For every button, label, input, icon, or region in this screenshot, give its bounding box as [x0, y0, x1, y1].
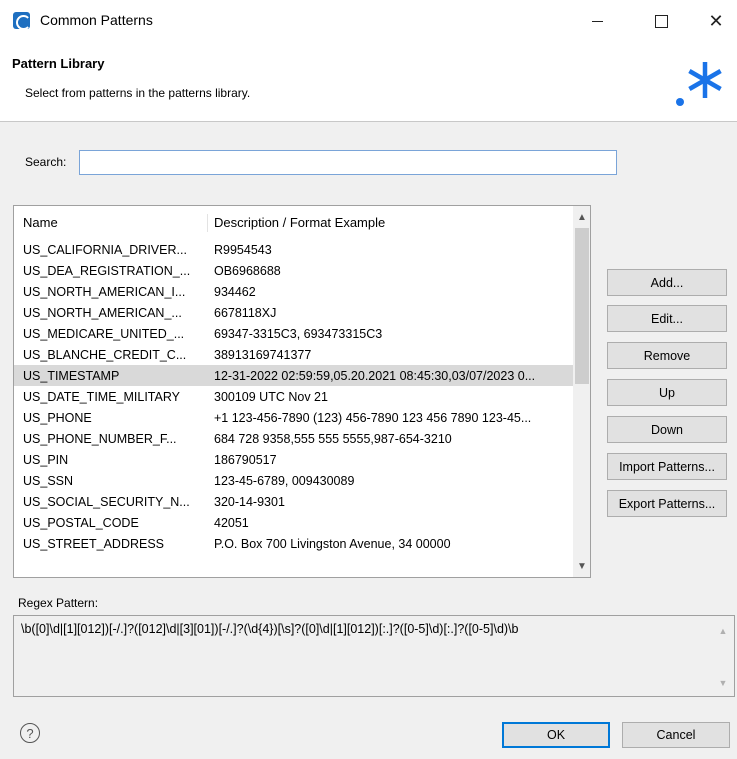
table-row[interactable]: US_BLANCHE_CREDIT_C... 38913169741377 [14, 344, 574, 365]
scroll-down-icon[interactable]: ▼ [573, 557, 590, 575]
pattern-name-cell: US_NORTH_AMERICAN_I... [23, 284, 186, 299]
table-row[interactable]: US_NORTH_AMERICAN_... 6678118XJ [14, 302, 574, 323]
search-label: Search: [25, 155, 67, 169]
pattern-description-cell: 42051 [214, 515, 249, 530]
ok-button[interactable]: OK [502, 722, 610, 748]
pattern-description-cell: 38913169741377 [214, 347, 312, 362]
import-patterns-button[interactable]: Import Patterns... [607, 453, 727, 480]
regex-scroll-up-icon[interactable]: ▲ [716, 624, 730, 638]
table-row[interactable]: US_SOCIAL_SECURITY_N... 320-14-9301 [14, 491, 574, 512]
pattern-description-cell: 6678118XJ [214, 305, 277, 320]
export-patterns-button[interactable]: Export Patterns... [607, 490, 727, 517]
regex-pattern-field[interactable]: \b([0]\d|[1][012])[-/.]?([012]\d|[3][01]… [13, 615, 735, 697]
asterisk-logo-icon [676, 62, 722, 106]
pattern-name-cell: US_NORTH_AMERICAN_... [23, 305, 182, 320]
scroll-up-icon[interactable]: ▲ [573, 208, 590, 226]
pattern-description-cell: 684 728 9358,555 555 5555,987-654-3210 [214, 431, 452, 446]
table-row[interactable]: US_MEDICARE_UNITED_... 69347-3315C3, 6934… [14, 323, 574, 344]
pattern-name-cell: US_PHONE [23, 410, 92, 425]
table-header: Name Description / Format Example [14, 206, 574, 239]
scroll-thumb[interactable] [575, 228, 589, 384]
regex-pattern-label: Regex Pattern: [18, 596, 99, 610]
pattern-name-cell: US_STREET_ADDRESS [23, 536, 165, 551]
page-title: Pattern Library [12, 56, 105, 71]
pattern-description-cell: OB6968688 [214, 263, 281, 278]
maximize-button[interactable] [638, 6, 684, 36]
pattern-name-cell: US_DEA_REGISTRATION_... [23, 263, 191, 278]
regex-scroll-down-icon[interactable]: ▼ [716, 676, 730, 690]
pattern-name-cell: US_DATE_TIME_MILITARY [23, 389, 180, 404]
pattern-name-cell: US_SSN [23, 473, 74, 488]
pattern-description-cell: +1 123-456-7890 (123) 456-7890 123 456 7… [214, 410, 532, 425]
window-title: Common Patterns [40, 12, 153, 28]
table-row[interactable]: US_TIMESTAMP 12-31-2022 02:59:59,05.20.20… [14, 365, 574, 386]
pattern-description-cell: 320-14-9301 [214, 494, 285, 509]
pattern-name-cell: US_CALIFORNIA_DRIVER... [23, 242, 187, 257]
minimize-button[interactable] [574, 6, 620, 36]
table-row[interactable]: US_DEA_REGISTRATION_... OB6968688 [14, 260, 574, 281]
pattern-description-cell: P.O. Box 700 Livingston Avenue, 34 00000 [214, 536, 451, 551]
table-row[interactable]: US_POSTAL_CODE 42051 [14, 512, 574, 533]
table-body: US_CALIFORNIA_DRIVER... R9954543 US_DEA_RE… [14, 239, 574, 554]
table-row[interactable]: US_NORTH_AMERICAN_I... 934462 [14, 281, 574, 302]
cancel-button[interactable]: Cancel [622, 722, 730, 748]
pattern-name-cell: US_BLANCHE_CREDIT_C... [23, 347, 187, 362]
pattern-description-cell: 186790517 [214, 452, 277, 467]
search-input[interactable] [79, 150, 617, 175]
pattern-name-cell: US_POSTAL_CODE [23, 515, 139, 530]
app-icon [13, 12, 31, 30]
remove-button[interactable]: Remove [607, 342, 727, 369]
column-header-name[interactable]: Name [14, 213, 208, 232]
add-button[interactable]: Add... [607, 269, 727, 296]
pattern-name-cell: US_TIMESTAMP [23, 368, 120, 383]
pattern-name-cell: US_SOCIAL_SECURITY_N... [23, 494, 190, 509]
pattern-name-cell: US_PHONE_NUMBER_F... [23, 431, 177, 446]
edit-button[interactable]: Edit... [607, 305, 727, 332]
title-bar: Common Patterns ✕ [0, 0, 737, 42]
page-subtitle: Select from patterns in the patterns lib… [25, 86, 251, 100]
table-row[interactable]: US_PHONE +1 123-456-7890 (123) 456-7890 1… [14, 407, 574, 428]
help-icon[interactable]: ? [20, 723, 40, 743]
table-row[interactable]: US_STREET_ADDRESS P.O. Box 700 Livingston… [14, 533, 574, 554]
table-row[interactable]: US_PIN 186790517 [14, 449, 574, 470]
header-banner: Pattern Library Select from patterns in … [0, 42, 737, 122]
common-patterns-dialog: Common Patterns ✕ Pattern Library Select… [0, 0, 737, 759]
pattern-description-cell: R9954543 [214, 242, 272, 257]
pattern-name-cell: US_MEDICARE_UNITED_... [23, 326, 185, 341]
patterns-table[interactable]: Name Description / Format Example US_CAL… [13, 205, 591, 578]
pattern-description-cell: 123-45-6789, 009430089 [214, 473, 355, 488]
table-row[interactable]: US_SSN 123-45-6789, 009430089 [14, 470, 574, 491]
column-header-description[interactable]: Description / Format Example [208, 215, 385, 230]
table-row[interactable]: US_CALIFORNIA_DRIVER... R9954543 [14, 239, 574, 260]
down-button[interactable]: Down [607, 416, 727, 443]
up-button[interactable]: Up [607, 379, 727, 406]
pattern-description-cell: 300109 UTC Nov 21 [214, 389, 328, 404]
pattern-name-cell: US_PIN [23, 452, 69, 467]
pattern-description-cell: 12-31-2022 02:59:59,05.20.2021 08:45:30,… [214, 368, 536, 383]
table-scrollbar[interactable]: ▲ ▼ [573, 206, 590, 577]
regex-pattern-text: \b([0]\d|[1][012])[-/.]?([012]\d|[3][01]… [21, 622, 519, 636]
table-row[interactable]: US_DATE_TIME_MILITARY 300109 UTC Nov 21 [14, 386, 574, 407]
pattern-description-cell: 69347-3315C3, 693473315C3 [214, 326, 383, 341]
pattern-description-cell: 934462 [214, 284, 256, 299]
table-row[interactable]: US_PHONE_NUMBER_F... 684 728 9358,555 555… [14, 428, 574, 449]
close-button[interactable]: ✕ [693, 6, 737, 36]
